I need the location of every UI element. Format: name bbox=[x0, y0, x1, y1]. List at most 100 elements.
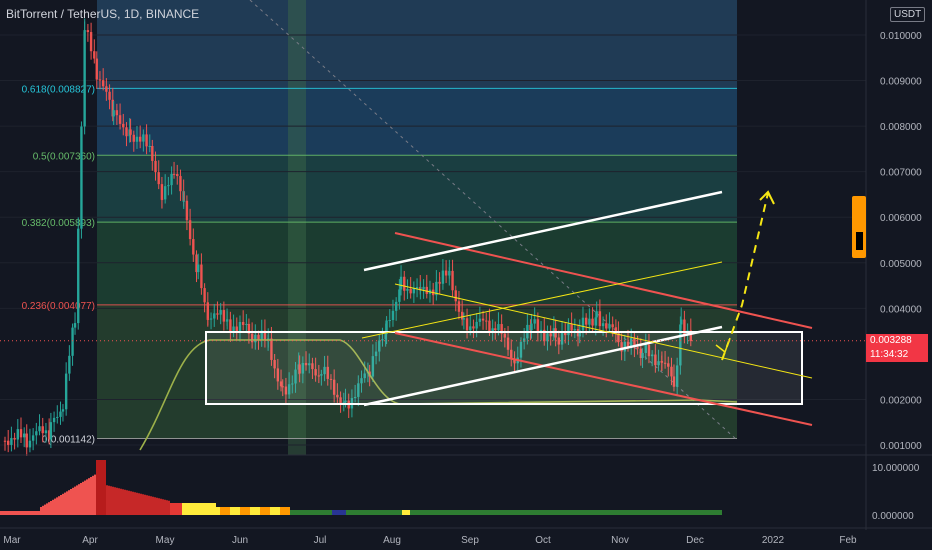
candle-body bbox=[598, 311, 602, 327]
oscillator-bar bbox=[548, 510, 550, 515]
oscillator-bar bbox=[74, 486, 76, 515]
oscillator-bar bbox=[344, 510, 346, 515]
price-axis-tick: 0.005000 bbox=[880, 259, 922, 270]
candle-body bbox=[462, 318, 466, 320]
oscillator-bar bbox=[458, 510, 460, 515]
candle-body bbox=[409, 288, 412, 294]
oscillator-bar bbox=[240, 507, 242, 515]
candle-body bbox=[536, 319, 540, 332]
oscillator-bar bbox=[338, 510, 340, 515]
candle-body bbox=[611, 324, 614, 328]
oscillator-bar bbox=[588, 510, 590, 515]
oscillator-bar bbox=[518, 510, 520, 515]
oscillator-bar bbox=[486, 510, 488, 515]
oscillator-bar bbox=[182, 503, 184, 515]
oscillator-bar bbox=[384, 510, 386, 515]
oscillator-bar bbox=[574, 510, 576, 515]
candle-body bbox=[148, 146, 151, 148]
oscillator-bar bbox=[58, 496, 60, 515]
candle-body bbox=[412, 288, 416, 294]
oscillator-bar bbox=[666, 510, 668, 515]
oscillator-bar bbox=[164, 499, 166, 515]
candle-body bbox=[118, 115, 122, 124]
oscillator-bar bbox=[672, 510, 674, 515]
oscillator-bar bbox=[130, 491, 132, 515]
oscillator-bar bbox=[0, 511, 2, 515]
oscillator-bar bbox=[538, 510, 540, 515]
candle-body bbox=[584, 317, 588, 325]
oscillator-bar bbox=[490, 510, 492, 515]
fib-zone bbox=[97, 88, 737, 156]
oscillator-bar bbox=[308, 510, 310, 515]
oscillator-axis-tick: 0.000000 bbox=[872, 511, 914, 522]
oscillator-bar bbox=[276, 507, 278, 515]
oscillator-bar bbox=[326, 510, 328, 515]
oscillator-bar bbox=[86, 479, 88, 515]
oscillator-bar bbox=[478, 510, 480, 515]
oscillator-bar bbox=[70, 489, 72, 515]
oscillator-bar bbox=[520, 510, 522, 515]
time-axis-tick: Jun bbox=[232, 535, 248, 546]
candle-body bbox=[225, 319, 229, 321]
oscillator-bar bbox=[682, 510, 684, 515]
candle-body bbox=[125, 127, 128, 137]
candle-body bbox=[23, 433, 26, 438]
oscillator-bar bbox=[512, 510, 514, 515]
oscillator-bar bbox=[526, 510, 528, 515]
candle-body bbox=[80, 126, 83, 229]
oscillator-bar bbox=[152, 496, 154, 515]
oscillator-bar bbox=[214, 503, 216, 515]
oscillator-bar bbox=[482, 510, 484, 515]
oscillator-bar bbox=[102, 460, 104, 515]
price-axis-tick: 0.002000 bbox=[880, 395, 922, 406]
oscillator-bar bbox=[26, 511, 28, 515]
oscillator-bar bbox=[544, 510, 546, 515]
oscillator-bar bbox=[154, 497, 156, 515]
oscillator-bar bbox=[622, 510, 624, 515]
candle-body bbox=[135, 136, 139, 142]
candle-body bbox=[581, 317, 585, 331]
time-axis-tick: Oct bbox=[535, 535, 551, 546]
oscillator-bar bbox=[386, 510, 388, 515]
oscillator-bar bbox=[132, 491, 134, 515]
oscillator-bar bbox=[62, 493, 64, 515]
oscillator-bar bbox=[390, 510, 392, 515]
candle-body bbox=[10, 437, 13, 445]
oscillator-bar bbox=[266, 507, 268, 515]
candle-body bbox=[605, 323, 608, 329]
countdown-label: 11:34:32 bbox=[866, 348, 928, 362]
oscillator-bar bbox=[340, 510, 342, 515]
candle-body bbox=[403, 276, 406, 291]
oscillator-bar bbox=[650, 510, 652, 515]
oscillator-bar bbox=[572, 510, 574, 515]
oscillator-bar bbox=[306, 510, 308, 515]
oscillator-bar bbox=[282, 507, 284, 515]
oscillator-bar bbox=[138, 493, 140, 515]
oscillator-bar bbox=[554, 510, 556, 515]
candle-body bbox=[222, 310, 226, 322]
oscillator-bar bbox=[396, 510, 398, 515]
oscillator-bar bbox=[466, 510, 468, 515]
oscillator-bar bbox=[492, 510, 494, 515]
oscillator-bar bbox=[156, 497, 158, 515]
oscillator-bar bbox=[510, 510, 512, 515]
oscillator-bar bbox=[278, 507, 280, 515]
oscillator-bar bbox=[28, 511, 30, 515]
candle-body bbox=[86, 30, 90, 33]
candle-body bbox=[398, 289, 401, 302]
oscillator-bar bbox=[170, 503, 172, 515]
oscillator-bar bbox=[590, 510, 592, 515]
oscillator-bar bbox=[300, 510, 302, 515]
oscillator-bar bbox=[358, 510, 360, 515]
price-chart[interactable]: 0.618(0.008827)0.5(0.007360)0.382(0.0058… bbox=[0, 0, 932, 550]
oscillator-bar bbox=[48, 502, 50, 515]
oscillator-bar bbox=[408, 510, 410, 515]
candle-body bbox=[71, 327, 74, 356]
oscillator-bar bbox=[220, 507, 222, 515]
candle-body bbox=[245, 323, 248, 325]
oscillator-bar bbox=[354, 510, 356, 515]
candle-body bbox=[167, 185, 170, 187]
currency-badge[interactable]: USDT bbox=[890, 7, 926, 22]
oscillator-bar bbox=[618, 510, 620, 515]
oscillator-bar bbox=[342, 510, 344, 515]
